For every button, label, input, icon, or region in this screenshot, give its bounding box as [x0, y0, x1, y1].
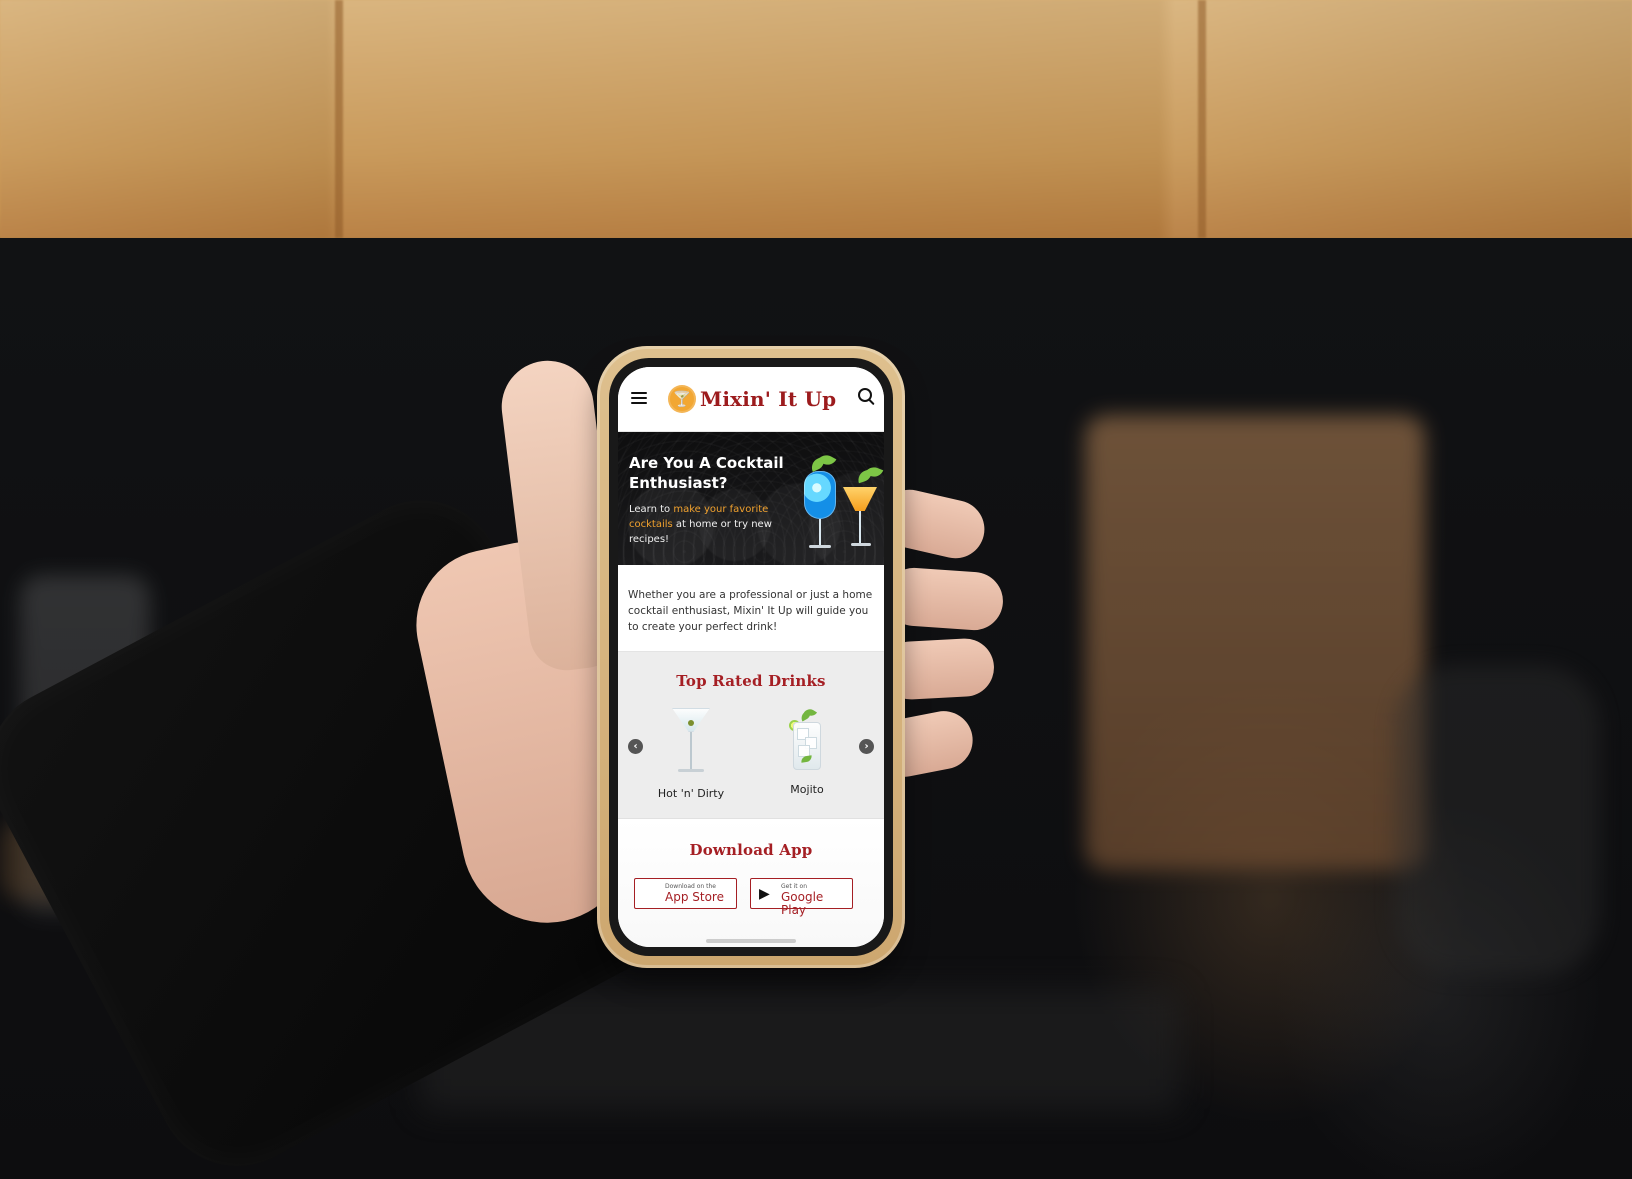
download-app-title: Download App: [689, 841, 813, 859]
phone-bezel: 🍸 Mixin' It Up Are You A Cocktail Enthus…: [609, 358, 893, 956]
search-icon[interactable]: [858, 388, 872, 402]
martini-image: [664, 702, 718, 784]
background-board: [1085, 415, 1425, 870]
smartphone: 🍸 Mixin' It Up Are You A Cocktail Enthus…: [597, 346, 905, 968]
cabinet-seam: [1198, 0, 1206, 238]
glass-base: [809, 545, 831, 548]
photo-scene: 🍸 Mixin' It Up Are You A Cocktail Enthus…: [0, 0, 1632, 1179]
glass-stem: [819, 519, 821, 546]
top-rated-section: Top Rated Drinks ‹ › Hot 'n' Dirty Mojit…: [618, 651, 884, 819]
google-play-label: Google Play: [781, 890, 824, 917]
home-indicator: [706, 939, 796, 943]
drink-card-hot-n-dirty[interactable]: Hot 'n' Dirty: [648, 702, 734, 800]
drink-card-label: Hot 'n' Dirty: [657, 787, 725, 800]
download-app-section: Download App Download on the App Store ▶…: [618, 819, 884, 947]
kitchen-cabinet: [0, 0, 1632, 238]
app-store-small-label: Download on the: [665, 883, 716, 890]
glass-bowl: [843, 487, 877, 511]
brand-logo[interactable]: 🍸 Mixin' It Up: [668, 385, 836, 413]
google-play-icon: ▶: [759, 886, 770, 902]
blue-cocktail-image: [798, 449, 842, 557]
glass-base: [851, 543, 871, 546]
hero-copy: Learn to make your favorite cocktails at…: [629, 502, 779, 547]
background-bottle: [1395, 665, 1600, 975]
glass-stem: [690, 732, 692, 770]
cocktail-logo-icon: 🍸: [668, 385, 696, 413]
hero-title: Are You A Cocktail Enthusiast?: [629, 454, 784, 492]
drink-card-label: Mojito: [790, 783, 824, 796]
menu-line: [631, 402, 647, 404]
hero-copy-prefix: Learn to: [629, 504, 674, 515]
brand-title: Mixin' It Up: [700, 387, 837, 411]
google-play-small-label: Get it on: [781, 883, 808, 890]
app-store-label: App Store: [665, 890, 724, 904]
olive: [688, 720, 694, 726]
orange-cocktail-image: [839, 459, 884, 557]
chevron-left-icon[interactable]: ‹: [628, 739, 643, 754]
intro-copy: Whether you are a professional or just a…: [618, 565, 884, 651]
menu-line: [631, 392, 647, 394]
mojito-image: [783, 702, 831, 780]
app-header: 🍸 Mixin' It Up: [618, 367, 884, 432]
google-play-button[interactable]: ▶ Get it on Google Play: [750, 878, 853, 917]
glass-base: [678, 769, 704, 772]
hero-banner: Are You A Cocktail Enthusiast? Learn to …: [618, 432, 884, 565]
drink-card-mojito[interactable]: Mojito: [764, 702, 850, 796]
glass-stem: [859, 511, 861, 544]
menu-icon[interactable]: [631, 392, 647, 404]
chevron-right-icon[interactable]: ›: [859, 739, 874, 754]
cabinet-seam: [335, 0, 343, 238]
menu-line: [631, 397, 647, 399]
glass-bowl: [804, 471, 836, 519]
app-store-button[interactable]: Download on the App Store: [634, 878, 737, 909]
phone-screen: 🍸 Mixin' It Up Are You A Cocktail Enthus…: [618, 367, 884, 947]
top-rated-title: Top Rated Drinks: [676, 672, 826, 690]
